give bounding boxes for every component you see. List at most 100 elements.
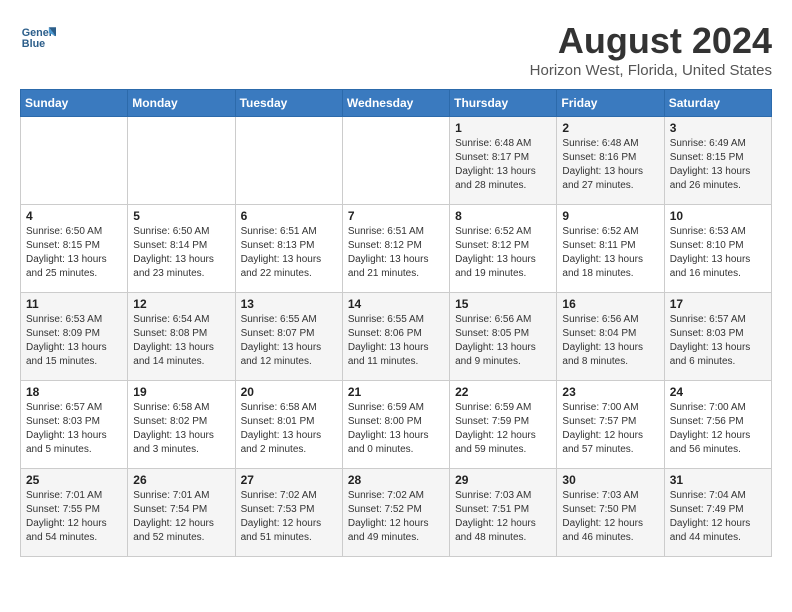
calendar-week-row: 11 Sunrise: 6:53 AMSunset: 8:09 PMDayligh… [21,293,772,381]
calendar-cell: 13 Sunrise: 6:55 AMSunset: 8:07 PMDayligh… [235,293,342,381]
day-info: Sunrise: 6:48 AMSunset: 8:16 PMDaylight:… [562,137,658,193]
day-number: 11 [26,297,122,311]
weekday-header-monday: Monday [128,90,235,117]
calendar-week-row: 1 Sunrise: 6:48 AMSunset: 8:17 PMDaylight… [21,117,772,205]
day-number: 8 [455,209,551,223]
day-number: 29 [455,473,551,487]
calendar-cell: 9Sunrise: 6:52 AMSunset: 8:11 PMDaylight… [557,205,664,293]
calendar-cell: 2 Sunrise: 6:48 AMSunset: 8:16 PMDaylight… [557,117,664,205]
calendar-cell [21,117,128,205]
calendar-cell: 27 Sunrise: 7:02 AMSunset: 7:53 PMDayligh… [235,469,342,557]
calendar-cell: 1 Sunrise: 6:48 AMSunset: 8:17 PMDaylight… [450,117,557,205]
day-info: Sunrise: 6:56 AMSunset: 8:04 PMDaylight:… [562,313,658,369]
day-number: 26 [133,473,229,487]
calendar-cell: 8 Sunrise: 6:52 AMSunset: 8:12 PMDaylight… [450,205,557,293]
weekday-header-saturday: Saturday [664,90,771,117]
calendar-cell: 4 Sunrise: 6:50 AMSunset: 8:15 PMDaylight… [21,205,128,293]
day-number: 2 [562,121,658,135]
day-number: 20 [241,385,337,399]
day-info: Sunrise: 6:51 AMSunset: 8:13 PMDaylight:… [241,225,337,281]
day-number: 5 [133,209,229,223]
svg-text:Blue: Blue [22,38,45,50]
day-number: 25 [26,473,122,487]
day-info: Sunrise: 6:51 AMSunset: 8:12 PMDaylight:… [348,225,444,281]
calendar-cell: 21Sunrise: 6:59 AMSunset: 8:00 PMDayligh… [342,381,449,469]
weekday-header-thursday: Thursday [450,90,557,117]
day-info: Sunrise: 6:53 AMSunset: 8:10 PMDaylight:… [670,225,766,281]
day-info: Sunrise: 7:04 AMSunset: 7:49 PMDaylight:… [670,489,766,545]
day-number: 23 [562,385,658,399]
day-number: 12 [133,297,229,311]
day-info: Sunrise: 6:54 AMSunset: 8:08 PMDaylight:… [133,313,229,369]
calendar-cell [128,117,235,205]
calendar-cell: 18 Sunrise: 6:57 AMSunset: 8:03 PMDayligh… [21,381,128,469]
calendar-cell: 19Sunrise: 6:58 AMSunset: 8:02 PMDayligh… [128,381,235,469]
day-number: 28 [348,473,444,487]
day-info: Sunrise: 6:57 AMSunset: 8:03 PMDaylight:… [670,313,766,369]
calendar-cell: 29 Sunrise: 7:03 AMSunset: 7:51 PMDayligh… [450,469,557,557]
calendar-cell: 12 Sunrise: 6:54 AMSunset: 8:08 PMDayligh… [128,293,235,381]
day-number: 30 [562,473,658,487]
day-info: Sunrise: 6:50 AMSunset: 8:15 PMDaylight:… [26,225,122,281]
day-number: 1 [455,121,551,135]
calendar-cell: 23 Sunrise: 7:00 AMSunset: 7:57 PMDayligh… [557,381,664,469]
day-number: 31 [670,473,766,487]
calendar-cell: 31 Sunrise: 7:04 AMSunset: 7:49 PMDayligh… [664,469,771,557]
page-header: General Blue August 2024 Horizon West, F… [20,20,772,79]
day-number: 14 [348,297,444,311]
day-info: Sunrise: 7:00 AMSunset: 7:56 PMDaylight:… [670,401,766,457]
day-number: 3 [670,121,766,135]
calendar-cell: 26 Sunrise: 7:01 AMSunset: 7:54 PMDayligh… [128,469,235,557]
day-info: Sunrise: 6:48 AMSunset: 8:17 PMDaylight:… [455,137,551,193]
weekday-header-tuesday: Tuesday [235,90,342,117]
calendar-table: SundayMondayTuesdayWednesdayThursdayFrid… [20,89,772,557]
day-number: 24 [670,385,766,399]
calendar-cell: 20 Sunrise: 6:58 AMSunset: 8:01 PMDayligh… [235,381,342,469]
day-info: Sunrise: 6:49 AMSunset: 8:15 PMDaylight:… [670,137,766,193]
calendar-cell: 17 Sunrise: 6:57 AMSunset: 8:03 PMDayligh… [664,293,771,381]
day-number: 27 [241,473,337,487]
calendar-title: August 2024 [530,20,772,62]
calendar-cell [342,117,449,205]
day-info: Sunrise: 6:58 AMSunset: 8:02 PMDaylight:… [133,401,229,457]
calendar-cell: 14 Sunrise: 6:55 AMSunset: 8:06 PMDayligh… [342,293,449,381]
day-number: 13 [241,297,337,311]
day-number: 4 [26,209,122,223]
day-info: Sunrise: 6:55 AMSunset: 8:06 PMDaylight:… [348,313,444,369]
calendar-cell: 6 Sunrise: 6:51 AMSunset: 8:13 PMDaylight… [235,205,342,293]
day-number: 18 [26,385,122,399]
weekday-header-wednesday: Wednesday [342,90,449,117]
day-info: Sunrise: 6:57 AMSunset: 8:03 PMDaylight:… [26,401,122,457]
day-info: Sunrise: 7:02 AMSunset: 7:52 PMDaylight:… [348,489,444,545]
day-number: 21 [348,385,444,399]
day-number: 6 [241,209,337,223]
day-number: 17 [670,297,766,311]
calendar-cell: 7Sunrise: 6:51 AMSunset: 8:12 PMDaylight… [342,205,449,293]
calendar-cell: 30Sunrise: 7:03 AMSunset: 7:50 PMDayligh… [557,469,664,557]
day-info: Sunrise: 6:50 AMSunset: 8:14 PMDaylight:… [133,225,229,281]
title-area: August 2024 Horizon West, Florida, Unite… [530,20,772,79]
day-info: Sunrise: 7:01 AMSunset: 7:55 PMDaylight:… [26,489,122,545]
calendar-week-row: 18 Sunrise: 6:57 AMSunset: 8:03 PMDayligh… [21,381,772,469]
day-info: Sunrise: 6:58 AMSunset: 8:01 PMDaylight:… [241,401,337,457]
calendar-subtitle: Horizon West, Florida, United States [530,62,772,79]
day-number: 10 [670,209,766,223]
calendar-cell: 11 Sunrise: 6:53 AMSunset: 8:09 PMDayligh… [21,293,128,381]
weekday-header-row: SundayMondayTuesdayWednesdayThursdayFrid… [21,90,772,117]
day-info: Sunrise: 6:55 AMSunset: 8:07 PMDaylight:… [241,313,337,369]
day-info: Sunrise: 7:00 AMSunset: 7:57 PMDaylight:… [562,401,658,457]
day-info: Sunrise: 6:52 AMSunset: 8:12 PMDaylight:… [455,225,551,281]
day-info: Sunrise: 6:52 AMSunset: 8:11 PMDaylight:… [562,225,658,281]
calendar-week-row: 25 Sunrise: 7:01 AMSunset: 7:55 PMDayligh… [21,469,772,557]
calendar-cell: 10 Sunrise: 6:53 AMSunset: 8:10 PMDayligh… [664,205,771,293]
calendar-cell: 16Sunrise: 6:56 AMSunset: 8:04 PMDayligh… [557,293,664,381]
day-info: Sunrise: 7:01 AMSunset: 7:54 PMDaylight:… [133,489,229,545]
weekday-header-sunday: Sunday [21,90,128,117]
day-info: Sunrise: 7:03 AMSunset: 7:51 PMDaylight:… [455,489,551,545]
weekday-header-friday: Friday [557,90,664,117]
calendar-week-row: 4 Sunrise: 6:50 AMSunset: 8:15 PMDaylight… [21,205,772,293]
day-info: Sunrise: 6:56 AMSunset: 8:05 PMDaylight:… [455,313,551,369]
day-info: Sunrise: 7:02 AMSunset: 7:53 PMDaylight:… [241,489,337,545]
calendar-cell: 28 Sunrise: 7:02 AMSunset: 7:52 PMDayligh… [342,469,449,557]
day-info: Sunrise: 6:53 AMSunset: 8:09 PMDaylight:… [26,313,122,369]
